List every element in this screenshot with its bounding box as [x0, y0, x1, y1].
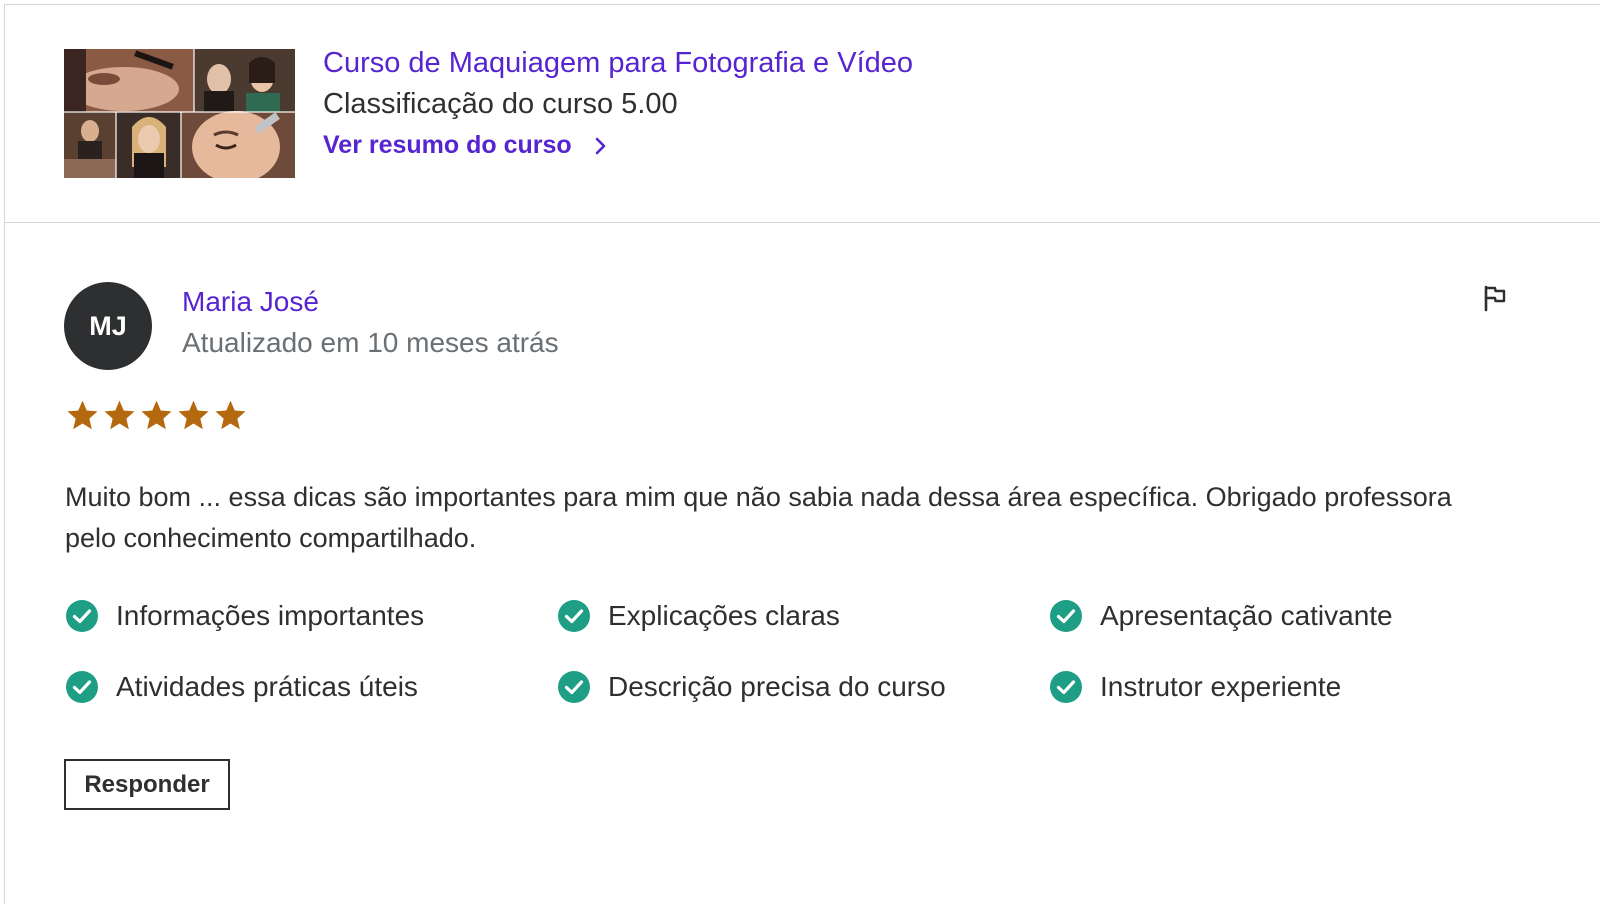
review-tag: Descrição precisa do curso — [557, 670, 946, 704]
avatar: MJ — [64, 282, 152, 370]
course-rating: Classificação do curso 5.00 — [323, 88, 678, 120]
review-tag: Informações importantes — [65, 599, 424, 633]
check-circle-icon — [66, 600, 98, 632]
course-title-link[interactable]: Curso de Maquiagem para Fotografia e Víd… — [323, 47, 913, 80]
course-summary-link[interactable]: Ver resumo do curso — [323, 131, 608, 160]
star-icon — [104, 400, 135, 430]
check-circle-icon — [1050, 671, 1082, 703]
check-circle-icon — [558, 600, 590, 632]
reviewer-name[interactable]: Maria José — [182, 286, 319, 318]
review-updated-time: Atualizado em 10 meses atrás — [182, 327, 559, 358]
review-tag-label: Informações importantes — [116, 600, 425, 631]
star-icon — [141, 400, 172, 430]
review-tags: Informações importantes Explicações clar… — [65, 599, 1545, 749]
star-icon — [215, 400, 246, 430]
course-thumbnail-image — [64, 49, 295, 178]
review-comment: Muito bom ... essa dicas são importantes… — [65, 482, 1452, 553]
reply-button[interactable]: Responder — [64, 759, 230, 810]
star-icon — [178, 400, 209, 430]
review-tag-label: Atividades práticas úteis — [116, 671, 418, 702]
check-circle-icon — [1050, 600, 1082, 632]
review-tag: Atividades práticas úteis — [65, 670, 418, 704]
chevron-right-icon — [595, 137, 606, 154]
review-tag-label: Apresentação cativante — [1100, 600, 1393, 631]
check-circle-icon — [558, 671, 590, 703]
star-icon — [67, 400, 98, 430]
review-tag-label: Instrutor experiente — [1100, 671, 1342, 702]
check-circle-icon — [66, 671, 98, 703]
review-tag-label: Descrição precisa do curso — [608, 671, 946, 702]
review-tag-label: Explicações claras — [608, 600, 840, 631]
review-tag: Instrutor experiente — [1049, 670, 1341, 704]
course-summary-label: Ver resumo do curso — [323, 131, 572, 159]
review-section: MJ Maria José Atualizado em 10 meses atr… — [5, 223, 1600, 888]
review-tag: Explicações claras — [557, 599, 840, 633]
flag-icon[interactable] — [1479, 283, 1509, 313]
course-thumbnail[interactable] — [64, 49, 295, 178]
course-header: Curso de Maquiagem para Fotografia e Víd… — [5, 5, 1600, 223]
star-rating — [65, 398, 248, 433]
review-tag: Apresentação cativante — [1049, 599, 1393, 633]
